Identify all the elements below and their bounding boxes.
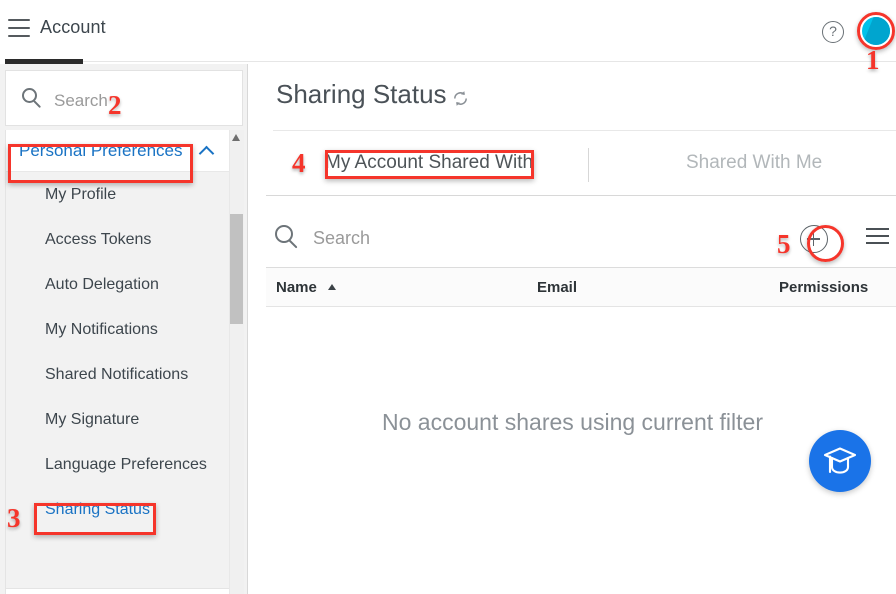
tab-separator	[588, 148, 589, 182]
sidebar-item-label: My Notifications	[45, 320, 158, 338]
column-header-permissions[interactable]: Permissions	[779, 279, 868, 296]
column-header-email[interactable]: Email	[537, 279, 577, 296]
sidebar-scrollbar[interactable]	[229, 130, 244, 594]
column-header-name[interactable]: Name	[276, 279, 337, 296]
avatar-shape	[862, 17, 890, 45]
sidebar-item-shared-notifications[interactable]: Shared Notifications	[6, 352, 242, 397]
sidebar-section-personal-preferences[interactable]: Personal Preferences	[6, 130, 242, 172]
search-icon	[275, 225, 301, 251]
avatar-container	[857, 12, 895, 50]
tab-shared-with-me[interactable]: Shared With Me	[686, 152, 822, 174]
sidebar-item-my-profile[interactable]: My Profile	[6, 172, 242, 217]
sidebar-section-users[interactable]: Users	[5, 588, 243, 594]
sidebar-item-label: Language Preferences	[45, 455, 207, 473]
graduation-cap-icon	[823, 447, 857, 474]
app-title: Account	[40, 17, 106, 37]
sidebar-item-label: Auto Delegation	[45, 275, 159, 293]
sidebar-search-placeholder: Search	[54, 91, 108, 110]
empty-state-message: No account shares using current filter	[382, 409, 763, 435]
sidebar-item-label: Access Tokens	[45, 230, 152, 248]
add-share-button[interactable]	[800, 225, 828, 253]
refresh-icon[interactable]	[451, 89, 470, 108]
page-title: Sharing Status	[276, 79, 447, 109]
learning-fab-button[interactable]	[809, 430, 871, 492]
hamburger-menu-icon[interactable]	[8, 19, 30, 37]
column-header-label: Name	[276, 279, 317, 296]
table-header-row: Name Email Permissions	[266, 268, 896, 307]
scrollbar-thumb[interactable]	[230, 214, 243, 324]
help-icon[interactable]: ?	[822, 21, 844, 43]
tabs-divider	[266, 195, 896, 196]
top-bar: Account ?	[0, 0, 896, 60]
sidebar-item-my-signature[interactable]: My Signature	[6, 397, 242, 442]
table-search-placeholder: Search	[313, 228, 371, 248]
sidebar-item-label: My Signature	[45, 410, 140, 428]
sidebar-item-label: My Profile	[45, 185, 117, 203]
scroll-up-arrow-icon[interactable]	[232, 134, 241, 142]
title-divider	[273, 130, 896, 131]
account-sharing-status-page: Account ? Search Personal Preferences My…	[0, 0, 896, 594]
table-toolbar: Search	[249, 214, 896, 266]
search-icon	[22, 88, 44, 110]
sort-ascending-icon	[328, 284, 337, 290]
sidebar-search-input[interactable]: Search	[5, 70, 243, 126]
sidebar-item-language-preferences[interactable]: Language Preferences	[6, 442, 242, 487]
sidebar-item-auto-delegation[interactable]: Auto Delegation	[6, 262, 242, 307]
tab-my-account-shared-with[interactable]: My Account Shared With	[325, 152, 533, 174]
sidebar: Search Personal Preferences My Profile A…	[0, 64, 248, 594]
sidebar-item-sharing-status[interactable]: Sharing Status	[6, 487, 242, 532]
tab-bar: My Account Shared With Shared With Me	[249, 142, 896, 196]
main-content: Sharing Status My Account Shared With Sh…	[249, 64, 896, 594]
sidebar-item-access-tokens[interactable]: Access Tokens	[6, 217, 242, 262]
add-share-container	[795, 220, 833, 258]
header-divider	[83, 61, 896, 62]
sidebar-nav-list: Personal Preferences My Profile Access T…	[5, 130, 243, 588]
avatar[interactable]	[861, 16, 891, 46]
sidebar-item-my-notifications[interactable]: My Notifications	[6, 307, 242, 352]
sidebar-section-label: Personal Preferences	[19, 140, 183, 160]
chevron-up-icon[interactable]	[201, 145, 214, 158]
sidebar-item-label: Shared Notifications	[45, 365, 189, 383]
list-options-icon[interactable]	[866, 228, 889, 244]
sidebar-item-label: Sharing Status	[45, 500, 150, 518]
